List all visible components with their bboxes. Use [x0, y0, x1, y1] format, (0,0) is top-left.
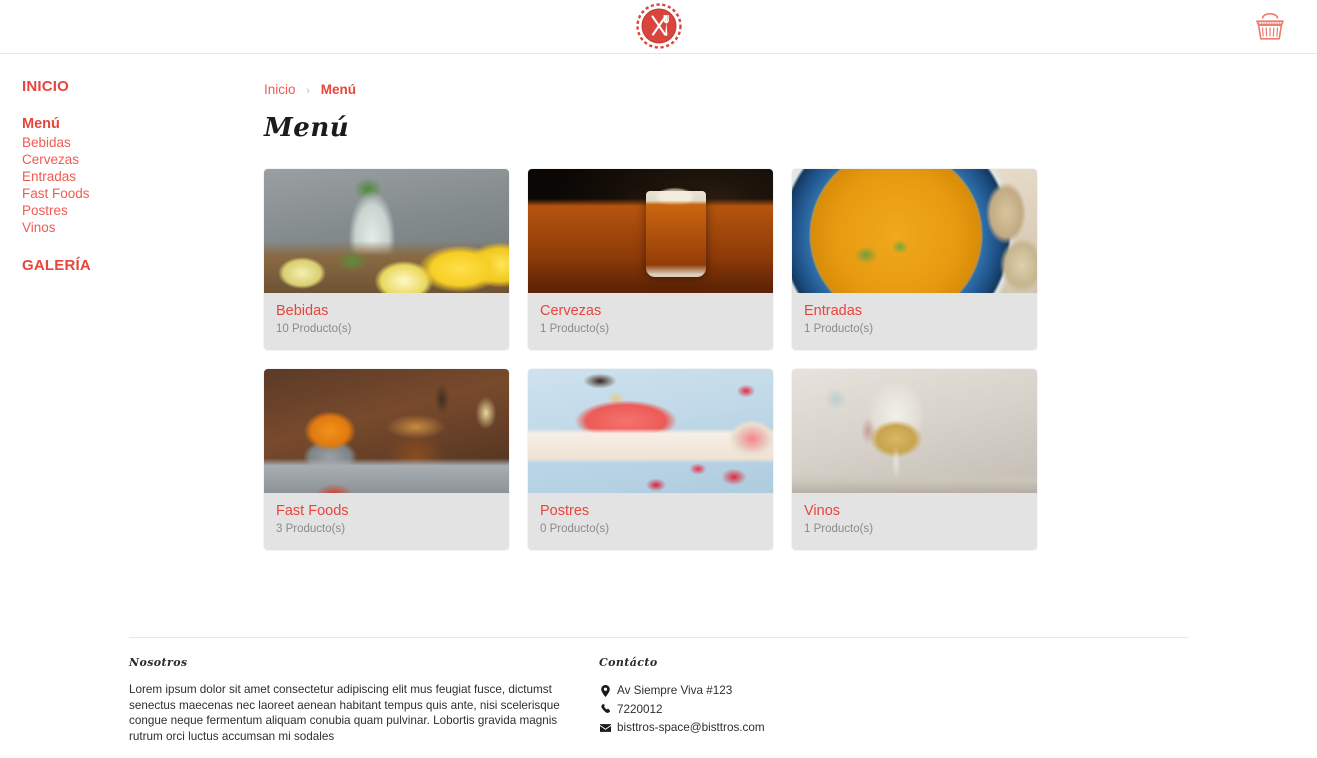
- category-caption: Vinos 1 Producto(s): [792, 493, 1037, 550]
- site-header: [0, 0, 1317, 54]
- map-pin-icon: [599, 684, 612, 697]
- footer-about-column: Nosotros Lorem ipsum dolor sit amet cons…: [129, 656, 599, 744]
- contact-phone-row: 7220012: [599, 701, 1019, 719]
- footer-contact-heading: Contácto: [599, 656, 658, 669]
- category-title: Fast Foods: [276, 503, 349, 519]
- category-card-postres[interactable]: Postres 0 Producto(s): [528, 369, 773, 550]
- restaurant-seal-logo-icon[interactable]: [635, 2, 683, 50]
- footer-columns: Nosotros Lorem ipsum dolor sit amet cons…: [129, 637, 1188, 744]
- sidebar-item-galeria[interactable]: GALERÍA: [22, 257, 250, 274]
- category-product-count: 1 Producto(s): [804, 523, 874, 535]
- category-card-grid: Bebidas 10 Producto(s) Cervezas 1 Produc…: [264, 169, 1300, 550]
- category-caption: Fast Foods 3 Producto(s): [264, 493, 509, 550]
- category-caption: Postres 0 Producto(s): [528, 493, 773, 550]
- breadcrumb-separator-icon: ›: [306, 85, 310, 97]
- category-title: Postres: [540, 503, 590, 519]
- category-caption: Entradas 1 Producto(s): [792, 293, 1037, 350]
- category-product-count: 3 Producto(s): [276, 523, 346, 535]
- page-body: INICIO Menú Bebidas Cervezas Entradas Fa…: [0, 54, 1317, 758]
- category-title: Bebidas: [276, 303, 329, 319]
- contact-email-row: bisttros-space@bisttros.com: [599, 719, 1019, 737]
- footer-about-text: Lorem ipsum dolor sit amet consectetur a…: [129, 683, 560, 743]
- category-card-vinos[interactable]: Vinos 1 Producto(s): [792, 369, 1037, 550]
- category-card-bebidas[interactable]: Bebidas 10 Producto(s): [264, 169, 509, 350]
- footer-about-heading: Nosotros: [129, 656, 188, 669]
- category-card-fast-foods[interactable]: Fast Foods 3 Producto(s): [264, 369, 509, 550]
- contact-address-text: Av Siempre Viva #123: [617, 684, 733, 697]
- contact-phone-text: 7220012: [617, 702, 663, 716]
- footer-contact-column: Contácto Av Siempre Viva #123 7220012 bi…: [599, 656, 1019, 744]
- breadcrumb: Inicio › Menú: [264, 82, 1300, 97]
- breadcrumb-item-current: Menú: [320, 82, 356, 97]
- category-card-cervezas[interactable]: Cervezas 1 Producto(s): [528, 169, 773, 350]
- sidebar-item-entradas[interactable]: Entradas: [22, 169, 250, 186]
- sidebar-group-menu[interactable]: Menú: [22, 116, 250, 132]
- sidebar-item-fast-foods[interactable]: Fast Foods: [22, 186, 250, 203]
- shopping-basket-icon[interactable]: [1253, 9, 1287, 45]
- sidebar-item-inicio[interactable]: INICIO: [22, 78, 250, 95]
- category-title: Cervezas: [540, 303, 602, 319]
- category-image-postres: [528, 369, 773, 493]
- site-footer: Nosotros Lorem ipsum dolor sit amet cons…: [0, 637, 1317, 758]
- category-image-cervezas: [528, 169, 773, 293]
- sidebar-item-cervezas[interactable]: Cervezas: [22, 152, 250, 169]
- category-product-count: 1 Producto(s): [804, 323, 874, 335]
- category-image-entradas: [792, 169, 1037, 293]
- category-title: Entradas: [804, 303, 863, 319]
- breadcrumb-item-inicio[interactable]: Inicio: [264, 82, 296, 97]
- contact-address-row: Av Siempre Viva #123: [599, 682, 1019, 700]
- page-title: Menú: [264, 113, 350, 143]
- category-caption: Cervezas 1 Producto(s): [528, 293, 773, 350]
- category-product-count: 10 Producto(s): [276, 323, 352, 335]
- category-product-count: 0 Producto(s): [540, 523, 610, 535]
- category-image-vinos: [792, 369, 1037, 493]
- phone-icon: [599, 704, 612, 714]
- sidebar-item-vinos[interactable]: Vinos: [22, 220, 250, 237]
- main-content: Inicio › Menú Menú Bebidas 10 Producto(s…: [264, 54, 1300, 550]
- envelope-icon: [599, 723, 612, 732]
- category-image-bebidas: [264, 169, 509, 293]
- category-caption: Bebidas 10 Producto(s): [264, 293, 509, 350]
- category-title: Vinos: [804, 503, 841, 519]
- sidebar-item-postres[interactable]: Postres: [22, 203, 250, 220]
- sidebar-nav: INICIO Menú Bebidas Cervezas Entradas Fa…: [0, 54, 250, 295]
- category-image-fast-foods: [264, 369, 509, 493]
- contact-email-text: bisttros-space@bisttros.com: [617, 721, 765, 734]
- category-product-count: 1 Producto(s): [540, 323, 610, 335]
- sidebar-item-bebidas[interactable]: Bebidas: [22, 135, 250, 152]
- category-card-entradas[interactable]: Entradas 1 Producto(s): [792, 169, 1037, 350]
